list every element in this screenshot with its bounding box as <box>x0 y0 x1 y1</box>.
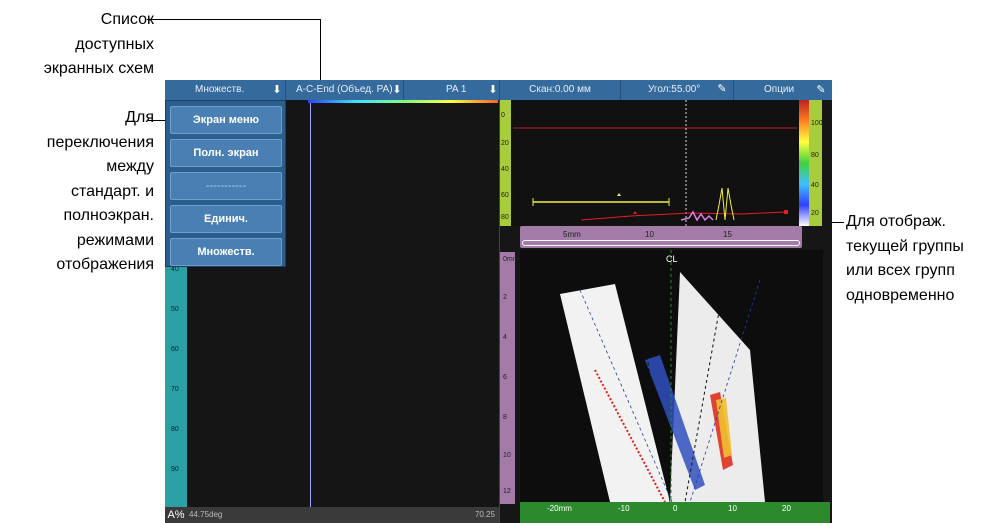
ruler-tick-label: 40 <box>501 166 509 173</box>
amplitude-ruler: 100 80 40 20 <box>809 100 823 226</box>
instrument-screen: Множеств. ⬇ A-C-End (Объед. PA) ⬇ PA 1 ⬇… <box>165 80 832 523</box>
ruler-tick-label: 80 <box>501 214 509 221</box>
ruler-tick-label: 60 <box>501 192 509 199</box>
ruler-tick-label: 2 <box>503 294 507 301</box>
group-label: PA 1 <box>446 84 467 95</box>
ruler-tick-label: 40 <box>171 266 179 273</box>
horizontal-position-ruler: 5mm 10 15 <box>520 226 802 248</box>
callout-screen-list: Список доступных экранных схем <box>43 11 154 77</box>
ascan-graph <box>513 100 797 226</box>
pencil-icon[interactable]: ✎ <box>717 83 727 95</box>
value-readout: 70.25 <box>474 510 495 519</box>
sscan-fan-right <box>670 272 765 502</box>
sscan-image <box>560 249 765 503</box>
scan-label: Скан:0.00 мм <box>529 84 591 95</box>
menu-separator: ----------- <box>170 172 282 200</box>
scan-range-bar[interactable] <box>522 240 800 246</box>
ruler-tick-label: 20 <box>501 140 509 147</box>
ruler-tick-label: 60 <box>171 346 179 353</box>
ruler-tick-label: 0mm <box>503 256 519 263</box>
ruler-tick-label: 70 <box>171 386 179 393</box>
gate-b-endpoint <box>784 210 788 214</box>
angle-label: Угол:55.00° <box>648 84 701 95</box>
ruler-tick-label: 5mm <box>563 230 581 239</box>
ruler-tick-label: 6 <box>503 374 507 381</box>
top-toolbar: Множеств. ⬇ A-C-End (Объед. PA) ⬇ PA 1 ⬇… <box>165 80 832 100</box>
callout-toggle-modes: Для переключения между стандарт. и полно… <box>46 109 154 273</box>
ruler-tick-label: 10 <box>503 452 511 459</box>
ruler-tick-label: -10 <box>618 504 630 513</box>
mode-indicator: A% <box>165 507 187 523</box>
dropdown-arrow-icon: ⬇ <box>488 84 498 96</box>
view-label: A-C-End (Объед. PA) <box>296 84 393 95</box>
ruler-tick-label: 50 <box>171 306 179 313</box>
screen-menu-popup: Экран меню Полн. экран ----------- Едини… <box>165 100 286 267</box>
gate-a-marker <box>617 193 621 196</box>
ascan-vertical-ruler: 0 20 40 60 80 <box>500 100 511 226</box>
ruler-tick-label: 15 <box>723 230 732 239</box>
dropdown-arrow-icon: ⬇ <box>392 84 402 96</box>
scan-field[interactable]: Скан:0.00 мм <box>500 80 621 100</box>
ruler-tick-label: 80 <box>811 152 819 159</box>
ruler-tick-label: 8 <box>503 414 507 421</box>
status-bar: 44.75deg 70.25 <box>187 507 499 523</box>
menu-item-single[interactable]: Единич. <box>170 205 282 233</box>
ruler-tick-label: 10 <box>728 504 737 513</box>
ruler-tick-label: -20mm <box>547 504 572 513</box>
options-button[interactable]: Опции ✎ <box>734 80 832 100</box>
gate-b-marker <box>633 211 637 214</box>
leader-line <box>320 19 321 84</box>
ruler-tick-label: 0 <box>673 504 678 513</box>
dropdown-arrow-icon: ⬇ <box>272 84 282 96</box>
ruler-tick-label: 10 <box>645 230 654 239</box>
layout-label: Множеств. <box>195 84 245 95</box>
leader-line <box>147 19 320 20</box>
callout-group-display: Для отображ. текущей группы или всех гру… <box>846 213 964 304</box>
bottom-position-ruler: -20mm -10 0 10 20 <box>520 502 830 523</box>
ruler-tick-label: 4 <box>503 334 507 341</box>
layout-selector[interactable]: Множеств. ⬇ <box>165 80 286 100</box>
ruler-tick-label: 12 <box>503 488 511 495</box>
ruler-tick-label: 40 <box>811 182 819 189</box>
upper-ascan-view <box>511 100 799 226</box>
view-selector[interactable]: A-C-End (Объед. PA) ⬇ <box>286 80 404 100</box>
ruler-tick-label: 20 <box>782 504 791 513</box>
ruler-tick-label: 100 <box>811 120 823 127</box>
sscan-view: CL <box>520 249 823 503</box>
menu-item-multiple[interactable]: Множеств. <box>170 238 282 266</box>
options-label: Опции <box>764 84 795 95</box>
signal-echo <box>715 187 735 221</box>
menu-item-screen-menu[interactable]: Экран меню <box>170 106 282 134</box>
cl-label: CL <box>666 254 678 264</box>
depth-ruler: 0mm 2 4 6 8 10 12 <box>500 252 519 504</box>
ruler-tick-label: 90 <box>171 466 179 473</box>
color-palette-strip <box>308 100 498 103</box>
cursor-line <box>310 100 311 507</box>
menu-item-full-screen[interactable]: Полн. экран <box>170 139 282 167</box>
sscan-fan-left <box>560 284 670 502</box>
ruler-tick-label: 20 <box>811 210 819 217</box>
angle-field[interactable]: Угол:55.00° ✎ <box>621 80 734 100</box>
ruler-tick-label: 0 <box>501 112 505 119</box>
ruler-tick-label: 80 <box>171 426 179 433</box>
group-selector[interactable]: PA 1 ⬇ <box>404 80 500 100</box>
color-scale <box>799 100 809 226</box>
angle-readout: 44.75deg <box>189 510 223 519</box>
tools-icon: ✎ <box>816 84 826 96</box>
